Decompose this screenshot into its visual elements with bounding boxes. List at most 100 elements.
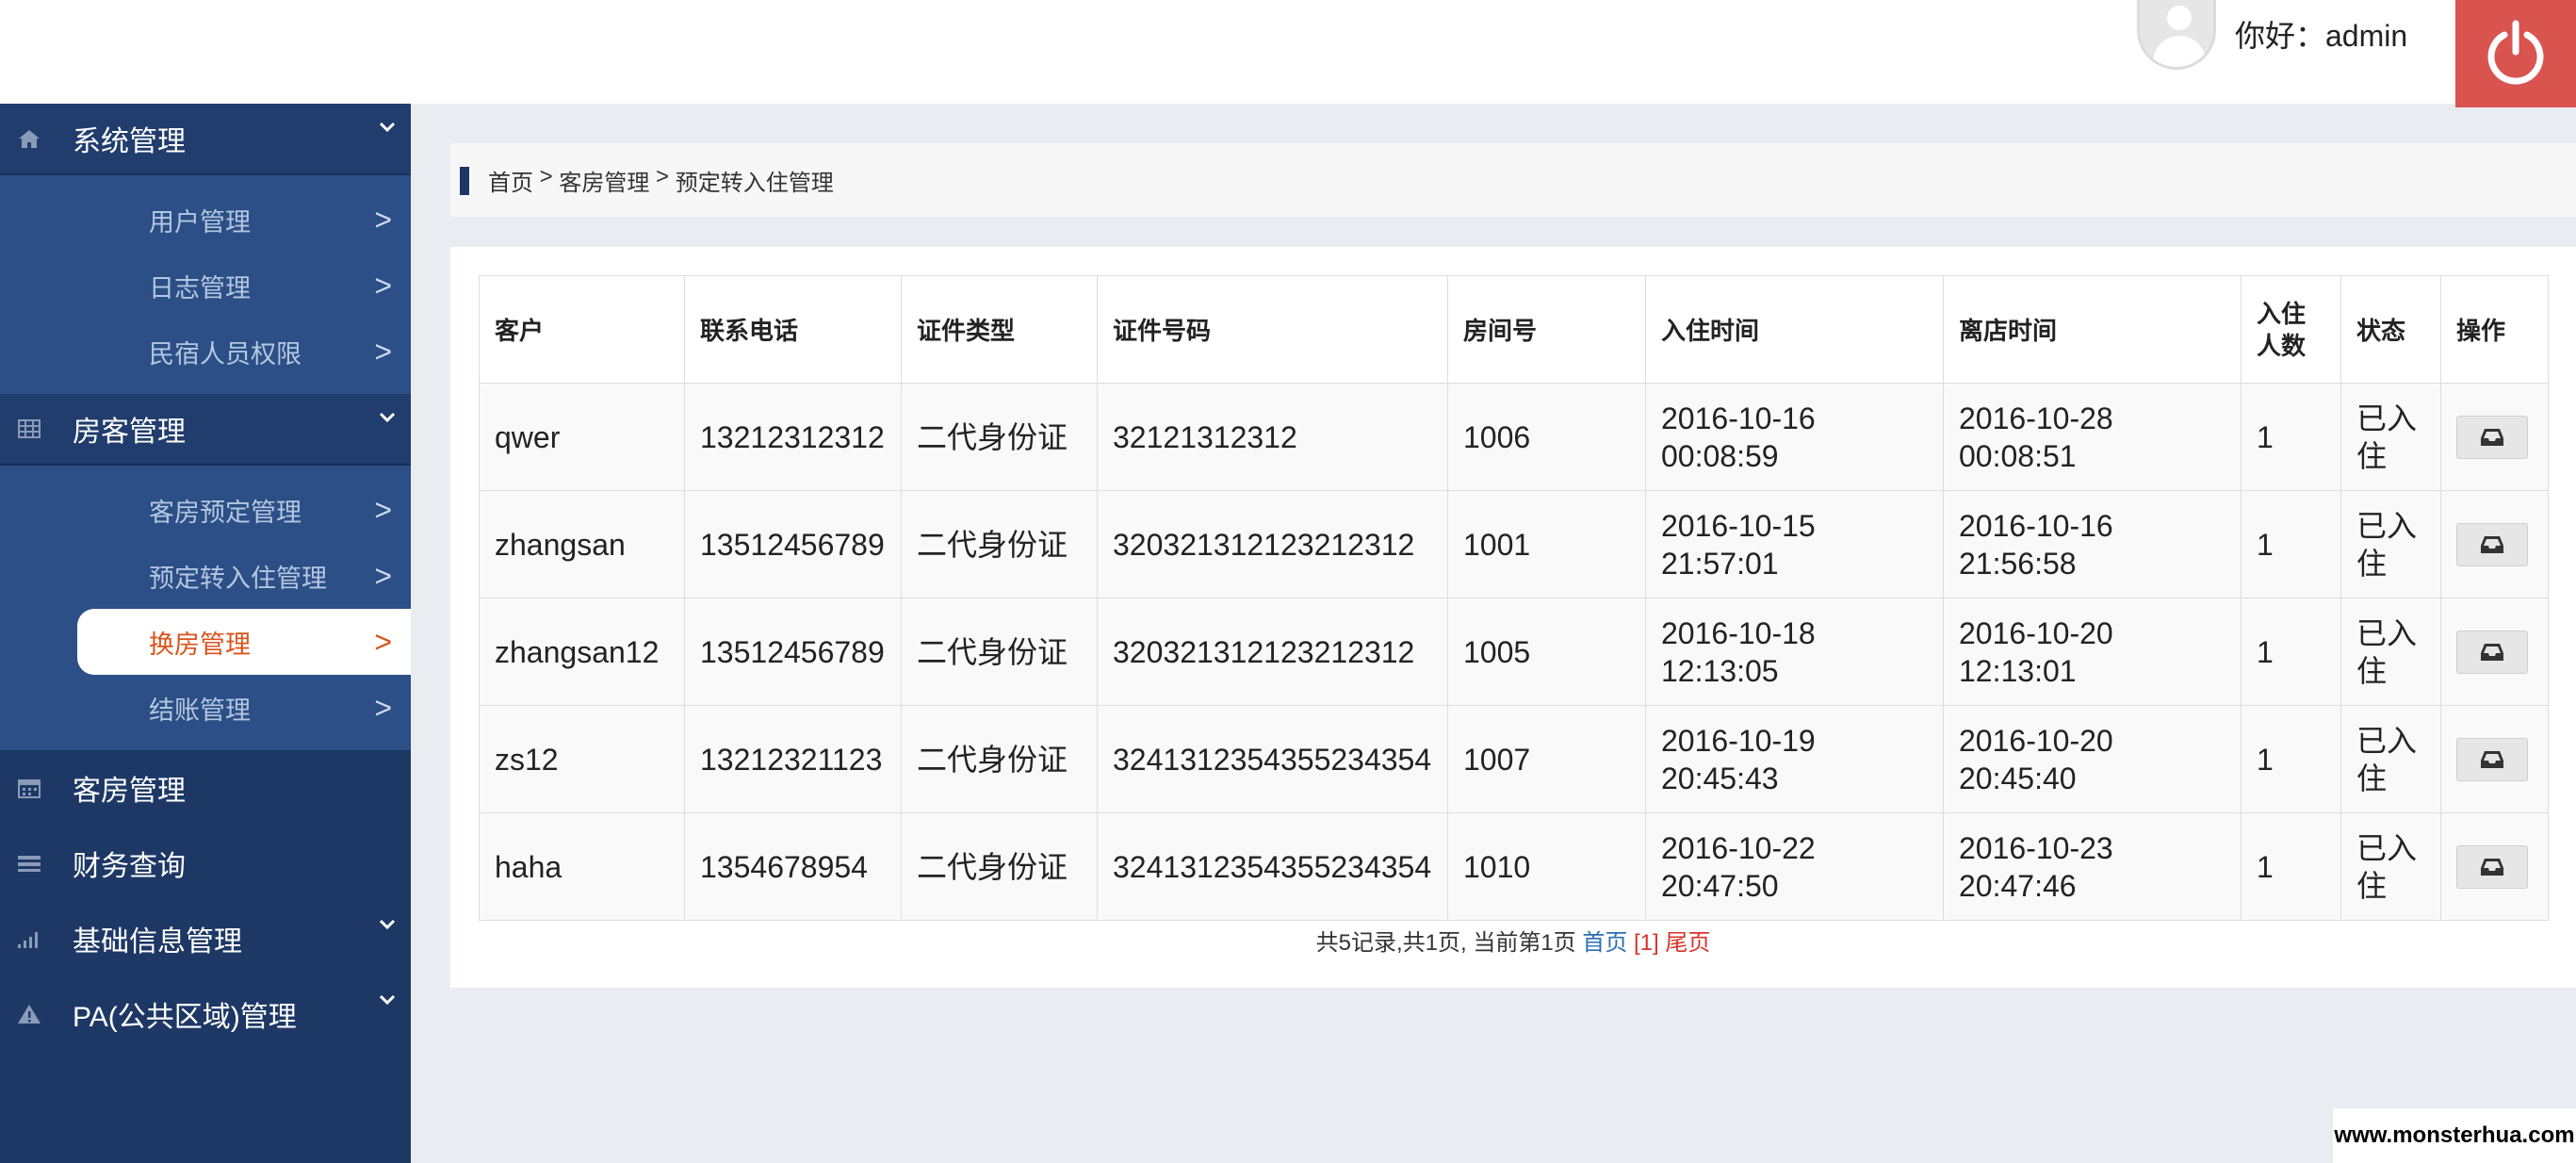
sidebar-group-guest[interactable]: 房客管理: [0, 394, 411, 466]
chevron-right-icon: >: [374, 202, 392, 237]
sidebar-item-log-management[interactable]: 日志管理 >: [0, 253, 411, 319]
checkout-date: 2016-10-28: [1959, 401, 2113, 435]
sidebar-item-label: 客房预定管理: [149, 498, 302, 527]
column-header-guests: 入住人数: [2241, 275, 2341, 384]
cell-id-number: 3241312354355234354: [1097, 812, 1448, 921]
pagination-current-page[interactable]: [1]: [1627, 930, 1665, 956]
cell-checkin-time: 2016-10-18 12:13:05: [1645, 598, 1944, 706]
breadcrumb-separator: >: [649, 163, 676, 189]
cell-phone: 13512456789: [684, 598, 902, 706]
inbox-icon: [2481, 428, 2503, 446]
logout-button[interactable]: [2455, 0, 2576, 107]
calendar-icon: [17, 776, 41, 800]
checkout-clock: 20:45:40: [1959, 761, 2077, 795]
sidebar: 系统管理 用户管理 > 日志管理 > 民宿人员权限 > 房客管理 客房预定管理: [0, 104, 411, 1163]
table-row: haha 1354678954 二代身份证 324131235435523435…: [479, 812, 2549, 921]
pagination: 共5记录,共1页, 当前第1页 首页 [1] 尾页: [450, 924, 2576, 957]
cell-status: 已入住: [2340, 598, 2441, 706]
watermark: www.monsterhua.com: [2333, 1108, 2576, 1163]
chevron-right-icon: >: [374, 492, 392, 527]
table-row: zhangsan12 13512456789 二代身份证 32032131212…: [479, 598, 2549, 706]
checkout-date: 2016-10-20: [1959, 723, 2113, 758]
chevron-right-icon: >: [374, 690, 392, 725]
cell-guests: 1: [2241, 705, 2341, 813]
cell-status: 已入住: [2340, 383, 2441, 491]
row-action-button[interactable]: [2456, 522, 2528, 566]
column-header-status: 状态: [2340, 275, 2441, 384]
inbox-icon: [2481, 535, 2503, 553]
power-icon: [2487, 20, 2544, 85]
sidebar-item-staff-permissions[interactable]: 民宿人员权限 >: [0, 319, 411, 385]
cell-guests: 1: [2241, 490, 2341, 598]
cell-checkin-time: 2016-10-16 00:08:59: [1645, 383, 1944, 491]
cell-checkin-time: 2016-10-19 20:45:43: [1645, 705, 1944, 813]
row-action-button[interactable]: [2456, 737, 2528, 781]
top-header: 你好：admin: [0, 0, 2576, 107]
chevron-right-icon: >: [374, 334, 392, 369]
sidebar-group-basic-info[interactable]: 基础信息管理: [0, 901, 411, 976]
checkin-table: 客户 联系电话 证件类型 证件号码 房间号 入住时间 离店时间 入住人数 状态 …: [479, 275, 2549, 921]
column-header-phone: 联系电话: [684, 275, 902, 384]
sidebar-group-finance[interactable]: 财务查询: [0, 826, 411, 901]
chevron-down-icon: [379, 993, 396, 1010]
sidebar-group-label: 财务查询: [73, 851, 186, 882]
signal-icon: [17, 926, 41, 951]
row-action-button[interactable]: [2456, 844, 2528, 889]
row-action-button[interactable]: [2456, 415, 2528, 459]
column-header-room: 房间号: [1447, 275, 1646, 384]
cell-status: 已入住: [2340, 812, 2441, 921]
sidebar-group-label: 房客管理: [73, 417, 186, 448]
sidebar-item-room-booking[interactable]: 客房预定管理 >: [0, 477, 411, 543]
checkin-clock: 20:47:50: [1661, 868, 1779, 903]
sidebar-group-system[interactable]: 系统管理: [0, 104, 411, 175]
sidebar-item-label: 结账管理: [149, 696, 251, 725]
breadcrumb: 首页 > 客房管理 > 预定转入住管理: [450, 143, 2576, 217]
cell-id-number: 320321312123212312: [1097, 490, 1448, 598]
sidebar-group-label: 系统管理: [73, 126, 186, 157]
cell-checkout-time: 2016-10-23 20:47:46: [1943, 812, 2242, 921]
sidebar-item-label: 民宿人员权限: [149, 339, 302, 369]
sidebar-item-booking-to-checkin[interactable]: 预定转入住管理 >: [0, 543, 411, 609]
checkout-date: 2016-10-16: [1959, 508, 2113, 543]
cell-guests: 1: [2241, 812, 2341, 921]
pagination-last-link[interactable]: 尾页: [1665, 930, 1710, 956]
user-avatar-icon[interactable]: [2137, 0, 2216, 70]
inbox-icon: [2481, 750, 2503, 768]
checkin-date: 2016-10-22: [1661, 830, 1816, 865]
cell-checkin-time: 2016-10-22 20:47:50: [1645, 812, 1944, 921]
cell-guests: 1: [2241, 598, 2341, 706]
cell-phone: 13512456789: [684, 490, 902, 598]
chevron-right-icon: >: [374, 268, 392, 303]
sidebar-group-public-area[interactable]: PA(公共区域)管理: [0, 976, 411, 1052]
checkout-date: 2016-10-20: [1959, 615, 2113, 650]
column-header-id-type: 证件类型: [901, 275, 1098, 384]
cell-id-number: 3241312354355234354: [1097, 705, 1448, 813]
cell-customer: zs12: [479, 705, 685, 813]
sidebar-item-checkout[interactable]: 结账管理 >: [0, 675, 411, 741]
breadcrumb-home-link[interactable]: 首页: [488, 164, 533, 197]
sidebar-group-label: PA(公共区域)管理: [73, 1002, 297, 1033]
breadcrumb-level1-link[interactable]: 客房管理: [559, 164, 649, 197]
table-header-row: 客户 联系电话 证件类型 证件号码 房间号 入住时间 离店时间 入住人数 状态 …: [479, 275, 2549, 384]
cell-phone: 13212321123: [684, 705, 902, 813]
checkout-clock: 20:47:46: [1959, 868, 2077, 903]
sidebar-group-label: 基础信息管理: [73, 926, 242, 958]
checkin-clock: 21:57:01: [1661, 546, 1779, 581]
checkin-date: 2016-10-16: [1661, 401, 1816, 435]
cell-id-type: 二代身份证: [901, 598, 1098, 706]
sidebar-group-rooms[interactable]: 客房管理: [0, 750, 411, 826]
cell-id-type: 二代身份证: [901, 490, 1098, 598]
table-row: qwer 13212312312 二代身份证 32121312312 1006 …: [479, 383, 2549, 491]
cell-checkout-time: 2016-10-28 00:08:51: [1943, 383, 2242, 491]
breadcrumb-marker: [460, 167, 469, 195]
checkout-clock: 00:08:51: [1959, 438, 2077, 473]
cell-customer: zhangsan12: [479, 598, 685, 706]
row-action-button[interactable]: [2456, 630, 2528, 674]
pagination-first-link[interactable]: 首页: [1582, 930, 1627, 956]
cell-status: 已入住: [2340, 490, 2441, 598]
sidebar-item-room-change[interactable]: 换房管理 >: [77, 609, 411, 675]
sidebar-item-user-management[interactable]: 用户管理 >: [0, 187, 411, 253]
chevron-right-icon: >: [374, 558, 392, 593]
cell-checkout-time: 2016-10-16 21:56:58: [1943, 490, 2242, 598]
cell-action: [2440, 598, 2549, 706]
